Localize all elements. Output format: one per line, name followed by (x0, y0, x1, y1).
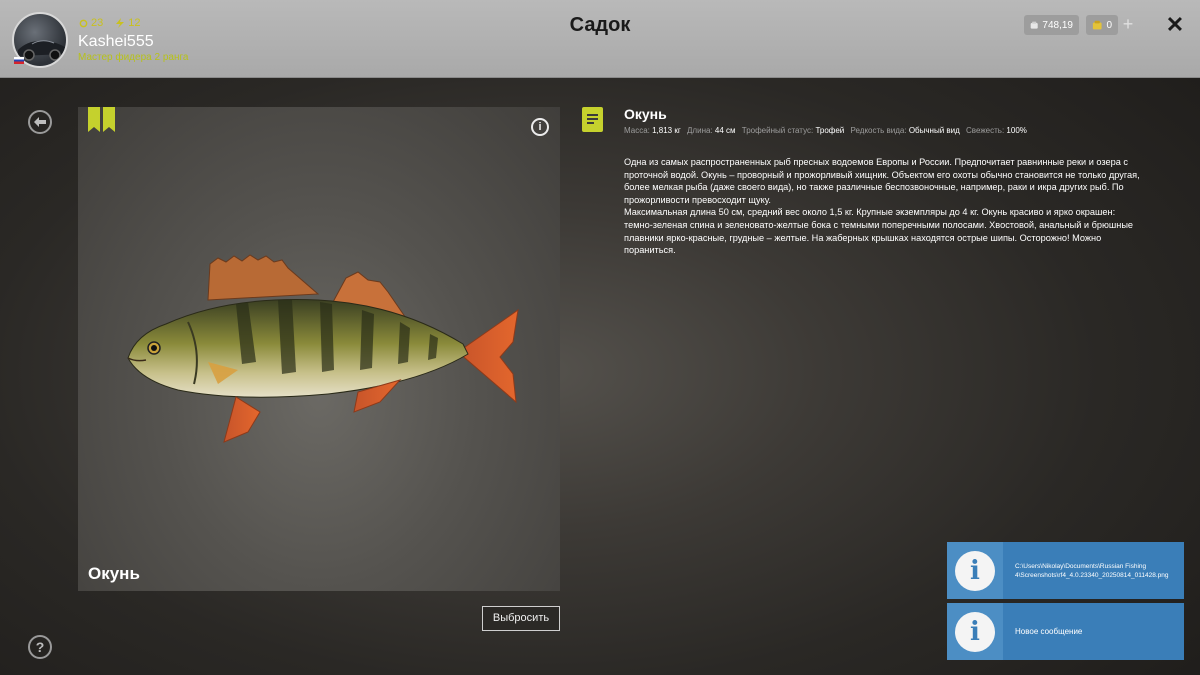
back-button[interactable] (28, 110, 52, 134)
fish-description: Одна из самых распространенных рыб пресн… (624, 156, 1144, 257)
trophy-label: Трофейный статус: (741, 126, 814, 135)
mass-value: 1,813 кг (652, 126, 681, 135)
rarity-label: Редкость вида: (850, 126, 907, 135)
country-flag-icon (14, 57, 24, 64)
length-value: 44 см (714, 126, 736, 135)
fish-meta: Масса: 1,813 кг Длина: 44 см Трофейный с… (624, 126, 1027, 135)
mass-label: Масса: (624, 126, 650, 135)
help-button[interactable]: ? (28, 635, 52, 659)
page-title: Садок (569, 14, 631, 36)
notification-screenshot[interactable]: i C:\Users\Nikolay\Documents\Russian Fis… (947, 542, 1184, 599)
discard-button[interactable]: Выбросить (482, 606, 560, 631)
silver-coins-icon (1030, 21, 1038, 29)
rarity-value: Обычный вид (908, 126, 960, 135)
perch-fish-image (127, 254, 519, 443)
info-button[interactable]: i (531, 118, 549, 136)
add-currency-button[interactable]: + (1119, 15, 1137, 34)
bookmark-check-icon (88, 107, 100, 132)
silver-balance[interactable]: 748,19 (1024, 15, 1079, 35)
trophy-value: Трофей (815, 126, 845, 135)
top-bar: 23 12 Kashei555 Мастер фидера 2 ранга Са… (0, 0, 1200, 78)
description-paragraph-1: Одна из самых распространенных рыб пресн… (624, 157, 1140, 205)
document-icon (582, 107, 603, 132)
close-button[interactable]: ✕ (1164, 14, 1186, 36)
notification-text: Новое сообщение (1015, 627, 1083, 636)
gold-value: 0 (1106, 19, 1112, 31)
fish-preview-panel: i Окунь (78, 107, 560, 591)
back-arrow-icon (34, 117, 46, 127)
gold-balance[interactable]: 0 (1086, 15, 1118, 35)
description-paragraph-2: Максимальная длина 50 см, средний вес ок… (624, 207, 1134, 256)
freshness-value: 100% (1006, 126, 1027, 135)
bookmark-star-icon (103, 107, 115, 132)
notification-new-message[interactable]: i Новое сообщение (947, 603, 1184, 660)
length-label: Длина: (687, 126, 713, 135)
gold-coins-icon (1092, 20, 1102, 29)
silver-value: 748,19 (1042, 19, 1073, 31)
notification-text: C:\Users\Nikolay\Documents\Russian Fishi… (1015, 562, 1169, 579)
fish-title: Окунь (624, 106, 667, 122)
info-icon: i (955, 550, 995, 591)
info-icon: i (955, 611, 995, 652)
player-rank: Мастер фидера 2 ранга (78, 52, 189, 63)
freshness-label: Свежесть: (966, 126, 1005, 135)
fish-name-label: Окунь (88, 564, 140, 583)
